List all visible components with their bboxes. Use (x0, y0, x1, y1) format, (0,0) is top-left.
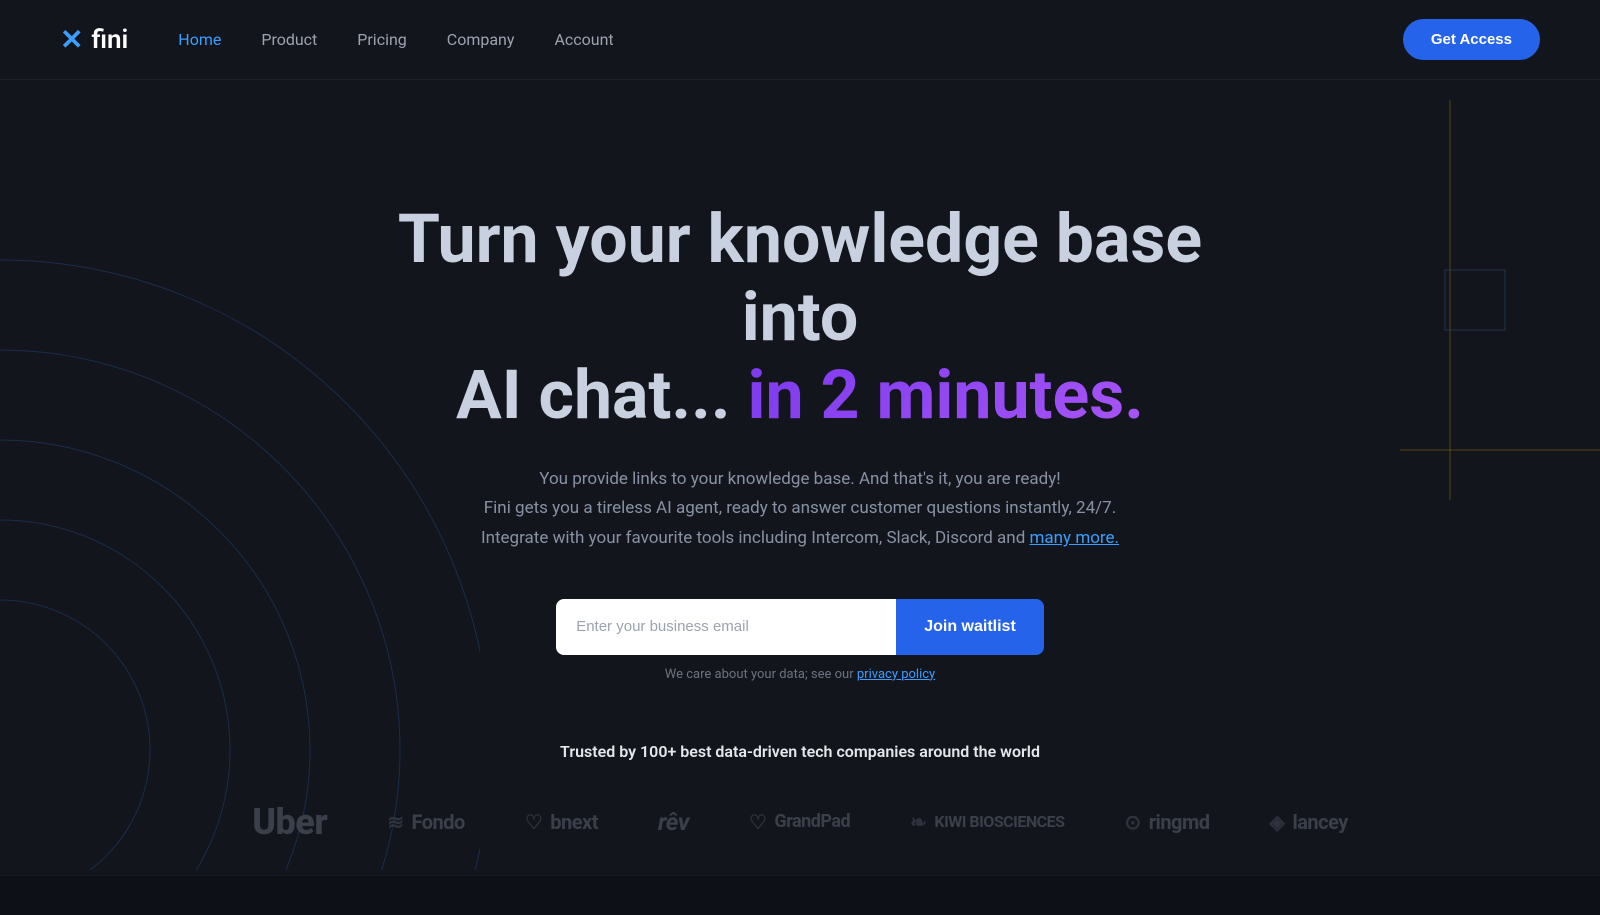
privacy-policy-link[interactable]: privacy policy (857, 667, 935, 682)
hero-title: Turn your knowledge base into AI chat...… (350, 200, 1250, 435)
logo-icon: ✕ (60, 23, 83, 56)
logos-row: Uber ≋ Fondo ♡ bnext rêv ♡ GrandPad ❧ KI… (0, 801, 1600, 843)
navbar: ✕ fini Home Product Pricing Company Acco… (0, 0, 1600, 80)
main-content: Turn your knowledge base into AI chat...… (0, 80, 1600, 843)
logo-ringmd: ⊙ ringmd (1124, 810, 1209, 834)
logo-text: fini (91, 25, 128, 55)
hero-title-line1: Turn your knowledge base into (398, 199, 1202, 357)
logo-uber: Uber (252, 801, 327, 843)
nav-item-product[interactable]: Product (261, 30, 317, 49)
subtitle-line3: Integrate with your favourite tools incl… (481, 528, 1119, 548)
nav-right: Get Access (1403, 19, 1540, 60)
many-more-link[interactable]: many more. (1030, 528, 1120, 548)
trust-heading: Trusted by 100+ best data-driven tech co… (560, 742, 1040, 761)
nav-item-company[interactable]: Company (447, 30, 515, 49)
nav-links: Home Product Pricing Company Account (178, 30, 613, 49)
nav-left: ✕ fini Home Product Pricing Company Acco… (60, 23, 614, 56)
nav-item-pricing[interactable]: Pricing (357, 30, 407, 49)
get-access-button[interactable]: Get Access (1403, 19, 1540, 60)
logo[interactable]: ✕ fini (60, 23, 128, 56)
nav-item-home[interactable]: Home (178, 30, 221, 49)
subtitle-line1: You provide links to your knowledge base… (539, 469, 1060, 489)
nav-item-account[interactable]: Account (554, 30, 613, 49)
hero-title-highlight: in 2 minutes. (748, 355, 1144, 435)
logo-kiwi: ❧ KIWI BIOSCIENCES (910, 810, 1064, 834)
privacy-note: We care about your data; see our privacy… (665, 667, 935, 682)
logo-fondo: ≋ Fondo (387, 810, 465, 834)
bottom-bar (0, 875, 1600, 915)
subtitle-line2: Fini gets you a tireless AI agent, ready… (484, 498, 1116, 518)
email-input[interactable] (556, 599, 896, 655)
email-form: Join waitlist (556, 599, 1044, 655)
logo-rev: rêv (658, 808, 689, 836)
hero-subtitle: You provide links to your knowledge base… (481, 465, 1119, 554)
logo-lancey: ◈ lancey (1270, 810, 1348, 834)
logo-grandpad: ♡ GrandPad (749, 810, 850, 834)
hero-title-line2: AI chat... (456, 355, 731, 435)
logo-bnext: ♡ bnext (525, 810, 598, 834)
trust-section: Trusted by 100+ best data-driven tech co… (0, 742, 1600, 843)
join-waitlist-button[interactable]: Join waitlist (896, 599, 1044, 655)
